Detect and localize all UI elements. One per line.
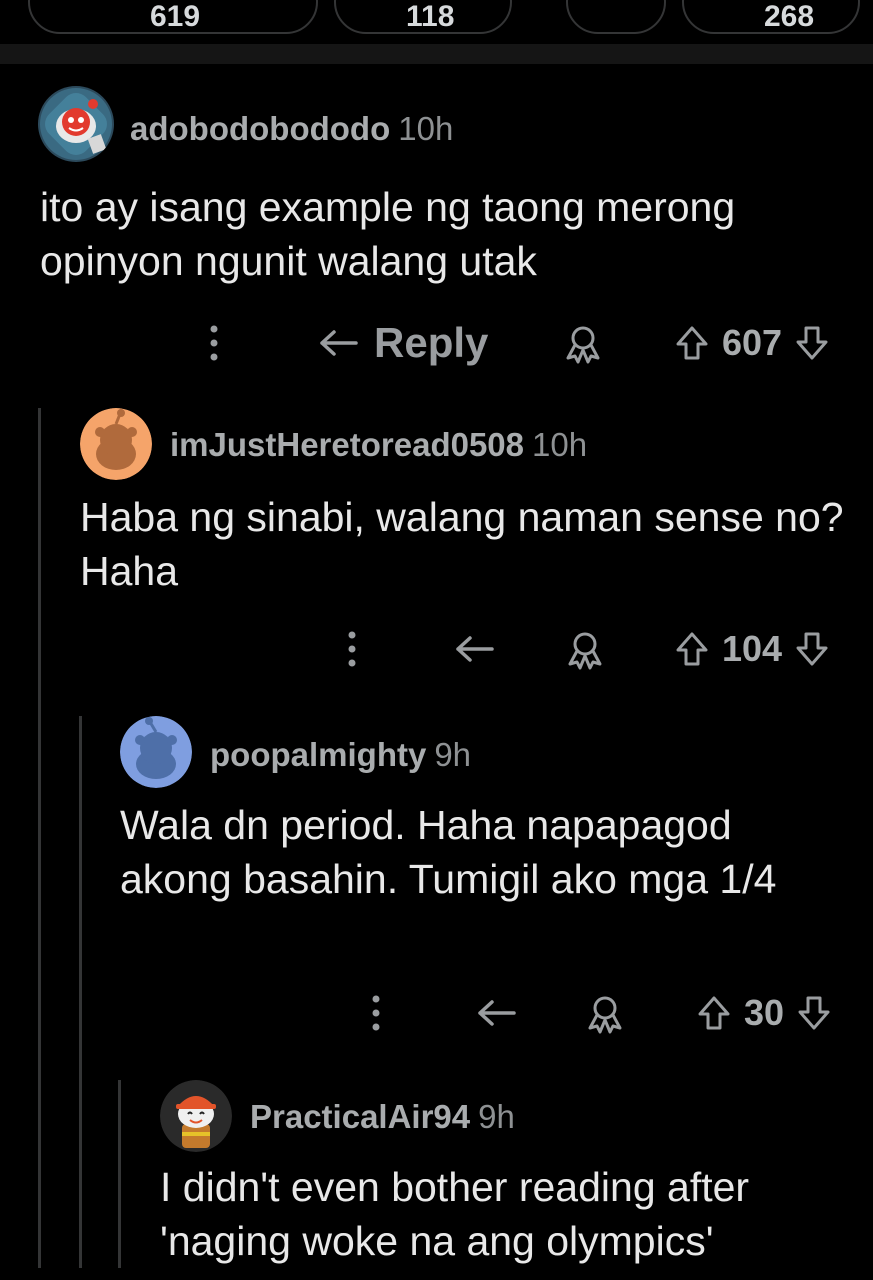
reply-button[interactable] bbox=[454, 624, 510, 674]
comment-meta: adobodobododo 10h bbox=[130, 110, 453, 148]
timestamp: 10h bbox=[532, 426, 588, 463]
username[interactable]: imJustHeretoread0508 bbox=[170, 426, 524, 463]
more-options-icon[interactable] bbox=[204, 318, 224, 368]
comment-body: ito ay isang example ng taong merong opi… bbox=[40, 184, 736, 284]
downvote-icon[interactable] bbox=[792, 629, 832, 669]
comment-actions: Reply 607 bbox=[0, 318, 873, 368]
thread-line-level-3[interactable] bbox=[118, 1080, 121, 1268]
comment-body: I didn't even bother reading after 'nagi… bbox=[160, 1164, 750, 1264]
reply-arrow-icon bbox=[478, 1000, 516, 1026]
comment-meta: imJustHeretoread0508 10h bbox=[170, 426, 587, 464]
snoo-orange-avatar-icon[interactable] bbox=[80, 408, 152, 480]
snoo-blue-avatar-icon[interactable] bbox=[120, 716, 192, 788]
downvote-icon[interactable] bbox=[792, 323, 832, 363]
reply-arrow-icon bbox=[320, 330, 358, 356]
vote-group: 607 bbox=[672, 318, 832, 368]
more-options-icon[interactable] bbox=[342, 624, 362, 674]
comment-body: Haba ng sinabi, walang naman sense no? H… bbox=[80, 494, 844, 594]
comment-meta: poopalmighty 9h bbox=[210, 736, 471, 774]
reply-button[interactable] bbox=[476, 988, 532, 1038]
timestamp: 10h bbox=[398, 110, 454, 147]
reply-arrow-icon bbox=[456, 636, 494, 662]
username[interactable]: PracticalAir94 bbox=[250, 1098, 470, 1135]
more-options-icon[interactable] bbox=[366, 988, 386, 1038]
comment-meta: PracticalAir94 9h bbox=[250, 1098, 515, 1136]
vote-score: 607 bbox=[722, 322, 783, 363]
share-count-partial: 268 bbox=[764, 0, 815, 33]
award-icon[interactable] bbox=[560, 318, 606, 368]
score-partial: 619 bbox=[150, 0, 201, 33]
snoo-firefighter-avatar-icon[interactable] bbox=[160, 1080, 232, 1152]
comment-count-partial: 118 bbox=[406, 0, 455, 33]
vote-score: 30 bbox=[744, 992, 785, 1033]
thread-line-level-1[interactable] bbox=[38, 408, 41, 1268]
comment-actions: 104 bbox=[0, 624, 873, 674]
timestamp: 9h bbox=[478, 1098, 515, 1135]
comments-pill[interactable]: 118 bbox=[334, 0, 512, 34]
reply-button[interactable]: Reply bbox=[318, 318, 488, 368]
upvote-icon[interactable] bbox=[672, 629, 712, 669]
award-pill[interactable] bbox=[566, 0, 666, 34]
vote-pill[interactable]: 619 bbox=[28, 0, 318, 34]
downvote-icon[interactable] bbox=[794, 993, 834, 1033]
share-pill[interactable]: 268 bbox=[682, 0, 860, 34]
reply-label: Reply bbox=[374, 319, 489, 366]
award-icon[interactable] bbox=[562, 624, 608, 674]
timestamp: 9h bbox=[434, 736, 472, 773]
vote-score: 104 bbox=[722, 628, 783, 669]
comment-body: Wala dn period. Haha napapagod akong bas… bbox=[120, 802, 777, 902]
upvote-icon[interactable] bbox=[672, 323, 712, 363]
comment-actions: 30 bbox=[0, 988, 873, 1038]
snoo-astronaut-avatar-icon[interactable] bbox=[38, 86, 114, 162]
award-icon[interactable] bbox=[582, 988, 628, 1038]
section-divider bbox=[0, 44, 873, 64]
username[interactable]: poopalmighty bbox=[210, 736, 426, 773]
username[interactable]: adobodobododo bbox=[130, 110, 390, 147]
vote-group: 104 bbox=[672, 624, 832, 674]
vote-group: 30 bbox=[694, 988, 834, 1038]
upvote-icon[interactable] bbox=[694, 993, 734, 1033]
